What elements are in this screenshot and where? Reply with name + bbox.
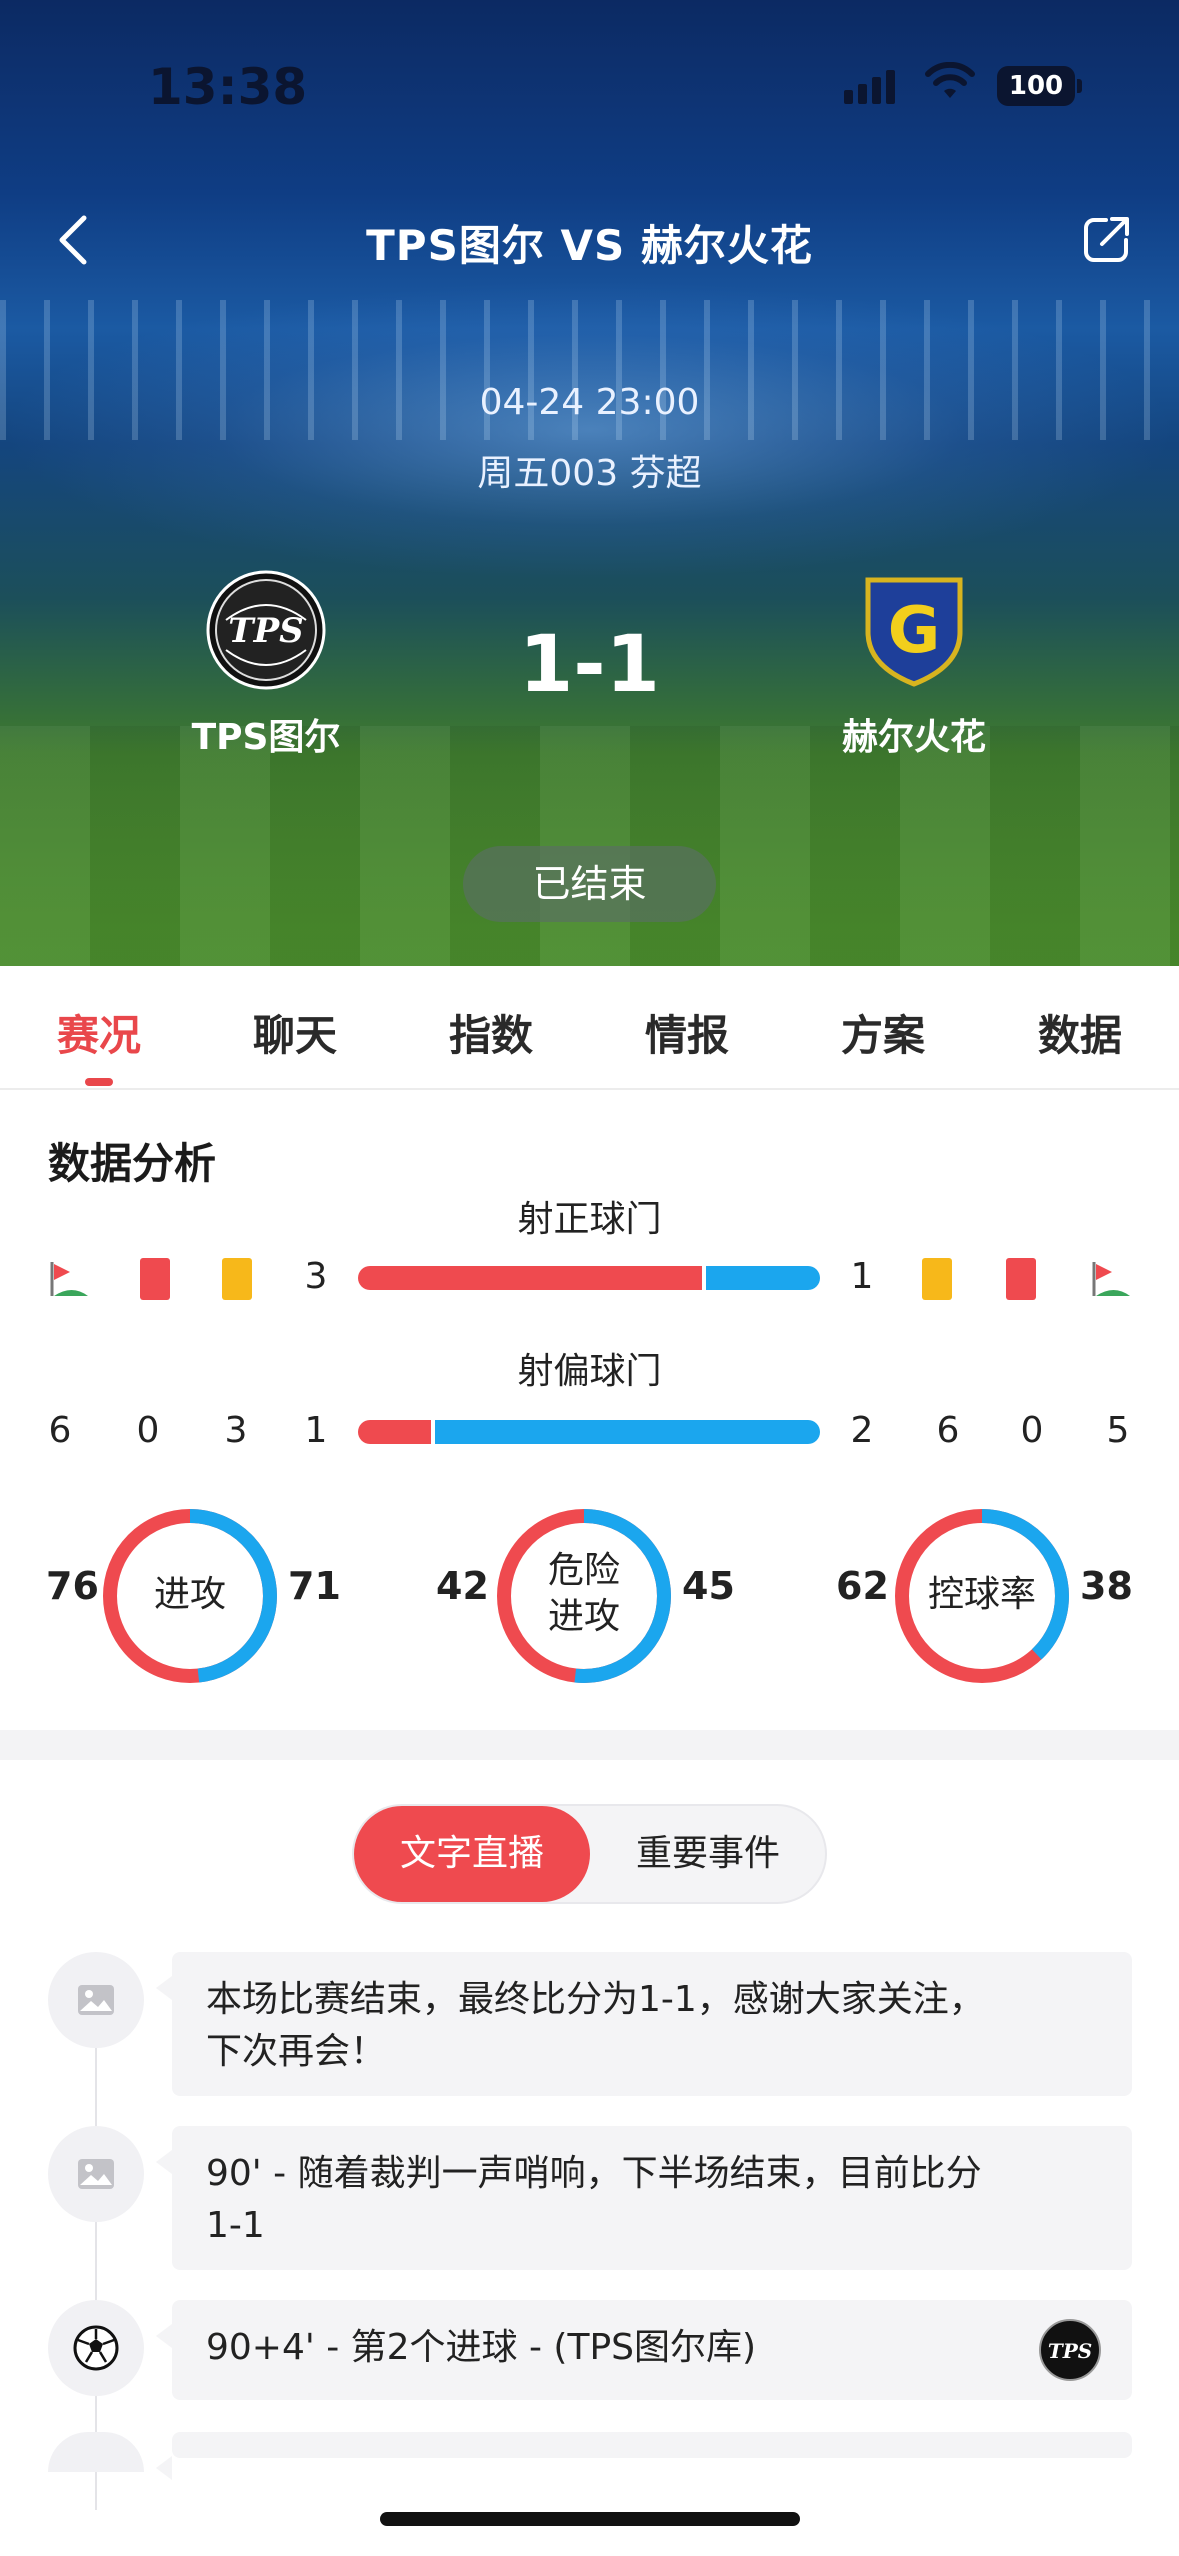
shots-on-target-away: 1: [850, 1256, 874, 1297]
corner-flag-icon: [50, 1262, 88, 1296]
status-time: 13:38: [148, 58, 308, 116]
battery-icon: 100: [997, 66, 1075, 106]
attack-away-value: 71: [288, 1564, 341, 1608]
event-text: 1-1: [206, 2205, 265, 2246]
dangerous-attack-label-line1: 危险: [547, 1550, 620, 1591]
possession-label: 控球率: [927, 1574, 1036, 1615]
away-team-logo: G: [865, 577, 963, 687]
page-title: TPS图尔 VS 赫尔火花: [366, 221, 813, 270]
share-icon[interactable]: [1082, 214, 1132, 264]
tab-bar: 赛况 聊天 指数 情报 方案 数据: [0, 966, 1179, 1090]
home-corners-count: 6: [48, 1410, 72, 1451]
text-live-tab[interactable]: 文字直播: [354, 1806, 590, 1902]
commentary-segmented-control: 文字直播 重要事件: [352, 1804, 827, 1904]
tab-plans[interactable]: 方案: [808, 1002, 958, 1063]
cellular-signal-icon: [844, 70, 895, 104]
tab-data[interactable]: 数据: [1005, 1002, 1155, 1063]
home-indicator[interactable]: [380, 2512, 800, 2526]
dangerous-attack-label-line2: 进攻: [547, 1596, 620, 1637]
red-card-icon: [140, 1258, 170, 1300]
away-team[interactable]: G 赫尔火花: [784, 570, 1044, 760]
tab-odds[interactable]: 指数: [416, 1002, 566, 1063]
match-datetime: 04-24 23:00: [479, 382, 700, 423]
dangerous-attack-label: 危险 进攻: [494, 1548, 674, 1640]
possession-home-value: 62: [836, 1564, 889, 1608]
tab-overview[interactable]: 赛况: [24, 1002, 174, 1063]
tab-intel[interactable]: 情报: [612, 1002, 762, 1063]
event-text: 下次再会！: [206, 2031, 387, 2072]
shots-on-target-away-fill: [706, 1266, 820, 1290]
attack-label: 进攻: [153, 1574, 226, 1615]
active-tab-indicator: [85, 1078, 113, 1086]
home-yellow-cards-count: 3: [224, 1410, 248, 1451]
event-text: 本场比赛结束，最终比分为1-1，感谢大家关注，: [206, 1979, 985, 2020]
corner-flag-icon: [1092, 1262, 1130, 1296]
away-team-name: 赫尔火花: [841, 717, 986, 758]
wifi-icon: [925, 62, 975, 98]
shots-off-target-away-fill: [435, 1420, 820, 1444]
shots-on-target-bar: [358, 1266, 820, 1290]
soccer-ball-icon: [73, 2325, 119, 2371]
status-bar: 13:38 100: [0, 0, 1179, 150]
shots-off-target-label: 射偏球门: [517, 1351, 662, 1392]
section-title: 数据分析: [48, 1139, 217, 1188]
timeline-icon: [48, 1952, 144, 2048]
shots-off-target-home: 1: [304, 1410, 328, 1451]
dangerous-attack-away-value: 45: [682, 1564, 735, 1608]
shots-on-target-label: 射正球门: [517, 1199, 662, 1240]
svg-text:TPS: TPS: [1048, 2339, 1092, 2363]
away-yellow-cards-count: 6: [936, 1410, 960, 1451]
shots-on-target-home: 3: [304, 1256, 328, 1297]
yellow-card-icon: [222, 1258, 252, 1300]
tab-chat[interactable]: 聊天: [220, 1002, 370, 1063]
possession-away-value: 38: [1080, 1564, 1133, 1608]
shots-off-target-home-fill: [358, 1420, 431, 1444]
shots-off-target-away: 2: [850, 1410, 874, 1451]
home-team-logo: TPS: [1039, 2319, 1101, 2381]
svg-text:G: G: [888, 594, 941, 668]
red-card-icon: [1006, 1258, 1036, 1300]
match-league-info: 周五003 芬超: [477, 453, 702, 494]
timeline-event: 90' - 随着裁判一声哨响，下半场结束，目前比分 1-1: [156, 2126, 1132, 2270]
live-commentary-section: 文字直播 重要事件 本场比赛结束，最终比分为1-1，感谢大家关注， 下次再会！ …: [0, 1760, 1179, 2556]
image-icon: [78, 1985, 114, 2015]
event-text: 90' - 随着裁判一声哨响，下半场结束，目前比分: [206, 2153, 982, 2194]
battery-cap: [1077, 79, 1082, 93]
timeline-icon: [48, 2300, 144, 2396]
home-team-name: TPS图尔: [191, 717, 341, 758]
yellow-card-icon: [922, 1258, 952, 1300]
timeline-icon: [48, 2126, 144, 2222]
shots-off-target-bar: [358, 1420, 820, 1444]
timeline-event: 90+4' - 第2个进球 - (TPS图尔库) TPS: [156, 2300, 1132, 2400]
timeline-event: [156, 2432, 1132, 2480]
match-header: 13:38 100 TPS图尔 VS 赫尔火花 04-24 23:00 周五00…: [0, 0, 1179, 966]
timeline-icon: [48, 2432, 144, 2472]
away-corners-count: 5: [1106, 1410, 1130, 1451]
timeline-event: 本场比赛结束，最终比分为1-1，感谢大家关注， 下次再会！: [156, 1952, 1132, 2096]
event-text: 90+4' - 第2个进球 - (TPS图尔库): [206, 2327, 757, 2368]
away-red-cards-count: 0: [1020, 1410, 1044, 1451]
shots-on-target-home-fill: [358, 1266, 702, 1290]
attack-home-value: 76: [46, 1564, 99, 1608]
match-status-badge: 已结束: [463, 846, 716, 922]
key-events-tab[interactable]: 重要事件: [590, 1806, 826, 1902]
home-red-cards-count: 0: [136, 1410, 160, 1451]
image-icon: [78, 2159, 114, 2189]
dangerous-attack-home-value: 42: [436, 1564, 489, 1608]
